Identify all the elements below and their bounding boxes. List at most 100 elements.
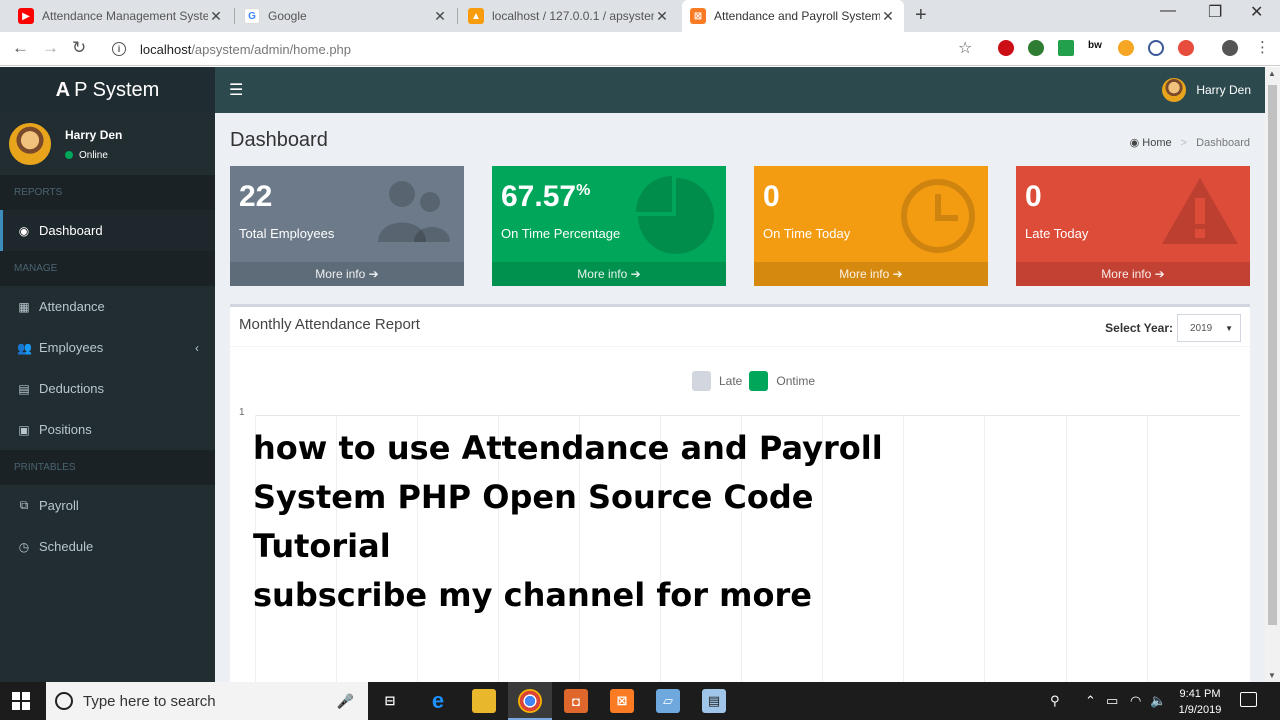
close-window-button[interactable]: ✕ — [1250, 2, 1263, 22]
window-app-icon[interactable]: ▤ — [702, 689, 726, 713]
stat-box-total-employees: 22 Total Employees More info ➔ — [230, 166, 464, 286]
shield-extension-icon[interactable] — [1178, 40, 1194, 56]
scroll-down-icon[interactable]: ▼ — [1268, 671, 1276, 680]
network-icon[interactable]: ◠ — [1130, 693, 1141, 709]
microphone-icon[interactable]: 🎤 — [337, 693, 354, 710]
google-icon: G — [244, 8, 260, 24]
clock-icon: ◷ — [18, 539, 30, 554]
stat-box-on-time-percentage: 67.57% On Time Percentage More info ➔ — [492, 166, 726, 286]
sidebar-item-attendance[interactable]: ▦ Attendance — [0, 286, 215, 327]
avatar — [9, 123, 51, 165]
briefcase-icon: ▣ — [18, 422, 30, 437]
xampp-taskbar-icon[interactable]: ⊠ — [610, 689, 634, 713]
close-tab-icon[interactable]: ✕ — [880, 8, 896, 25]
edge-icon[interactable]: e — [426, 688, 450, 713]
online-dot-icon — [65, 151, 73, 159]
dashboard-icon: ◉ — [18, 223, 30, 238]
notepad-icon[interactable]: ▱ — [656, 689, 680, 713]
info-icon[interactable]: i — [112, 42, 126, 56]
bw-extension-icon[interactable]: bw — [1088, 40, 1104, 56]
brand-logo[interactable]: AP System — [0, 67, 215, 113]
sidebar-item-employees[interactable]: 👥 Employees ‹ — [0, 327, 215, 368]
sidebar-item-positions[interactable]: ▣ Positions — [0, 409, 215, 450]
profile-icon[interactable] — [1222, 40, 1238, 56]
browser-tab-phpmyadmin[interactable]: ▲ localhost / 127.0.0.1 / apsystem ✕ — [460, 0, 678, 32]
hamburger-menu-icon[interactable]: ☰ — [229, 80, 243, 100]
header-avatar — [1162, 78, 1187, 102]
bookmark-star-icon[interactable]: ☆ — [958, 38, 972, 58]
more-info-link[interactable]: More info ➔ — [754, 262, 988, 286]
chart-legend: Late Ontime — [692, 371, 815, 391]
file-explorer-icon[interactable] — [472, 689, 496, 713]
scroll-up-icon[interactable]: ▲ — [1268, 69, 1276, 78]
vertical-scrollbar[interactable]: ▲ ▼ — [1265, 67, 1280, 682]
sidebar-item-payroll[interactable]: ⧉ Payroll — [0, 485, 215, 526]
more-menu-icon[interactable]: ⋮ — [1255, 38, 1270, 56]
monthly-report-box: Monthly Attendance Report Select Year: 2… — [230, 304, 1250, 685]
block-extension-icon[interactable] — [1148, 40, 1164, 56]
file-icon: ▤ — [18, 381, 30, 396]
reload-icon[interactable]: ↻ — [72, 38, 86, 58]
warning-icon — [1160, 176, 1240, 257]
address-bar[interactable]: i localhost/apsystem/admin/home.php — [104, 36, 984, 62]
opera-extension-icon[interactable] — [998, 40, 1014, 56]
people-icon[interactable]: ⚲ — [1050, 693, 1060, 709]
y-axis-tick: 1 — [239, 407, 245, 418]
close-tab-icon[interactable]: ✕ — [432, 8, 448, 25]
user-status: Online — [65, 150, 122, 161]
report-title: Monthly Attendance Report — [239, 316, 420, 333]
minimize-button[interactable]: — — [1160, 2, 1176, 20]
pie-chart-icon — [636, 176, 716, 267]
browser-tab-strip: ▶ Attendance Management System ✕ G Googl… — [0, 0, 1280, 32]
browser-tab-apsystem[interactable]: ⊠ Attendance and Payroll System ✕ — [682, 0, 904, 32]
user-name: Harry Den — [65, 127, 123, 142]
more-info-link[interactable]: More info ➔ — [230, 262, 464, 286]
sidebar: AP System Harry Den Online REPORTS ◉ Dash… — [0, 67, 215, 682]
check-extension-icon[interactable] — [1058, 40, 1074, 56]
browser-tab-youtube[interactable]: ▶ Attendance Management System ✕ — [10, 0, 232, 32]
year-selector: Select Year: 2019 — [1105, 314, 1241, 342]
legend-swatch-ontime[interactable] — [749, 371, 769, 391]
colorful-extension-icon[interactable] — [1118, 40, 1134, 56]
header-user-menu[interactable]: Harry Den — [1162, 78, 1251, 102]
app-icon-orange[interactable]: ◘ — [564, 689, 588, 713]
new-tab-button[interactable]: + — [915, 4, 927, 27]
cortana-icon — [55, 692, 73, 710]
globe-extension-icon[interactable] — [1028, 40, 1044, 56]
breadcrumb-current: Dashboard — [1196, 137, 1250, 149]
legend-swatch-late[interactable] — [692, 371, 711, 391]
browser-tab-google[interactable]: G Google ✕ — [236, 0, 456, 32]
sidebar-item-deductions[interactable]: ▤ Deductions — [0, 368, 215, 409]
restore-button[interactable]: ❐ — [1208, 2, 1222, 22]
page-title: Dashboard — [230, 129, 328, 151]
sidebar-item-schedule[interactable]: ◷ Schedule — [0, 526, 215, 567]
clock-icon — [898, 176, 978, 267]
tray-expand-icon[interactable]: ⌃ — [1085, 693, 1096, 709]
windows-taskbar: Type here to search 🎤 ⊟ e ◘ ⊠ ▱ ▤ ⚲ ⌃ ▭ … — [0, 682, 1280, 720]
dashboard-icon: ◉ — [1129, 137, 1140, 149]
back-arrow-icon[interactable]: ← — [12, 38, 29, 58]
close-tab-icon[interactable]: ✕ — [208, 8, 224, 25]
xampp-icon: ⊠ — [690, 8, 706, 24]
task-view-icon[interactable]: ⊟ — [378, 689, 402, 713]
stat-box-on-time-today: 0 On Time Today More info ➔ — [754, 166, 988, 286]
more-info-link[interactable]: More info ➔ — [1016, 262, 1250, 286]
app-header: ☰ Harry Den — [215, 67, 1265, 113]
files-icon: ⧉ — [19, 498, 29, 512]
notifications-icon[interactable] — [1240, 692, 1257, 707]
chrome-icon[interactable] — [518, 689, 542, 713]
close-tab-icon[interactable]: ✕ — [654, 8, 670, 25]
scrollbar-thumb[interactable] — [1268, 85, 1277, 625]
year-select[interactable]: 2019 — [1177, 314, 1241, 342]
windows-start-icon[interactable] — [12, 692, 30, 710]
sidebar-item-dashboard[interactable]: ◉ Dashboard — [0, 210, 215, 251]
taskbar-clock[interactable]: 9:41 PM 1/9/2019 — [1172, 686, 1228, 718]
taskbar-search[interactable]: Type here to search 🎤 — [46, 682, 368, 720]
forward-arrow-icon[interactable]: → — [42, 38, 59, 58]
more-info-link[interactable]: More info ➔ — [492, 262, 726, 286]
volume-icon[interactable]: 🔈 — [1150, 693, 1166, 709]
breadcrumb-home[interactable]: Home — [1142, 137, 1171, 149]
battery-icon[interactable]: ▭ — [1106, 693, 1118, 709]
menu-header-printables: PRINTABLES — [0, 450, 215, 485]
users-icon — [374, 176, 454, 257]
